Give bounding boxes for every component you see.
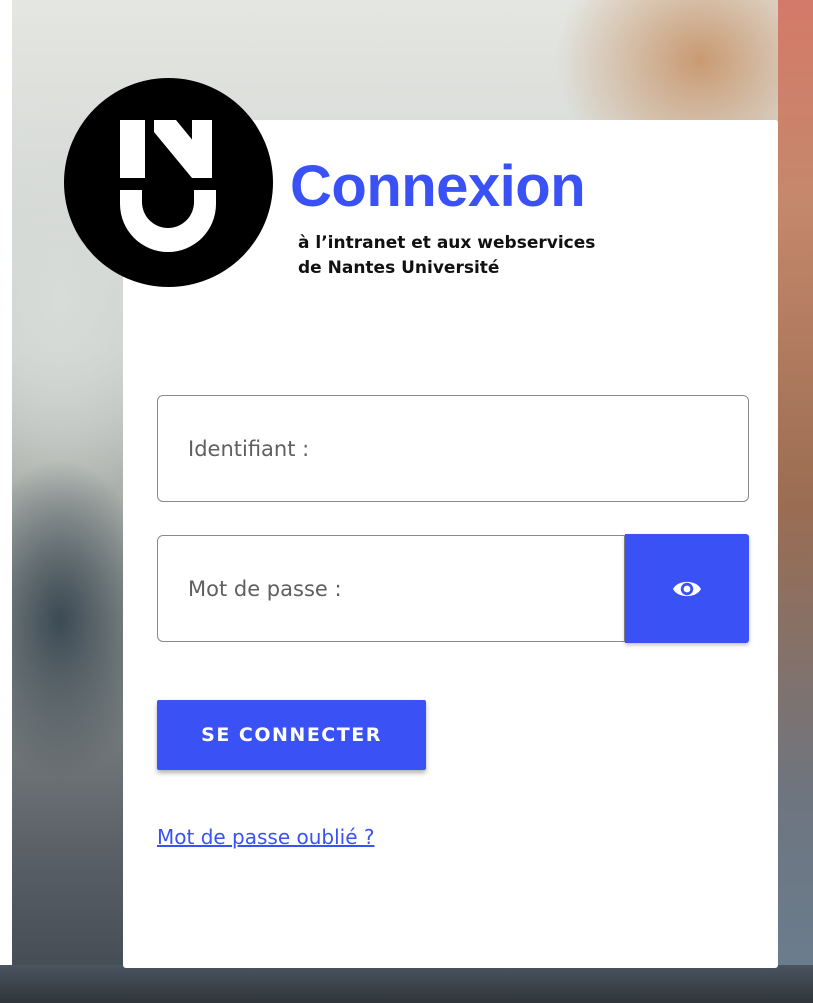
page-title: Connexion: [290, 154, 586, 219]
forgot-password-link[interactable]: Mot de passe oublié ?: [157, 825, 375, 849]
username-input[interactable]: [157, 395, 749, 502]
page-subtitle: à l’intranet et aux webservices de Nante…: [298, 231, 595, 281]
background-photo-bottom: [0, 965, 813, 1003]
subtitle-line-2: de Nantes Université: [298, 258, 500, 278]
logo-glyph-icon: [120, 120, 216, 252]
page-left-margin: [0, 0, 12, 1003]
university-logo: [64, 78, 273, 287]
login-button[interactable]: SE CONNECTER: [157, 700, 426, 770]
password-input[interactable]: [157, 535, 625, 642]
subtitle-line-1: à l’intranet et aux webservices: [298, 233, 596, 253]
eye-icon: [673, 581, 701, 596]
background-photo-edge: [778, 0, 813, 1003]
show-password-button[interactable]: [625, 534, 749, 643]
